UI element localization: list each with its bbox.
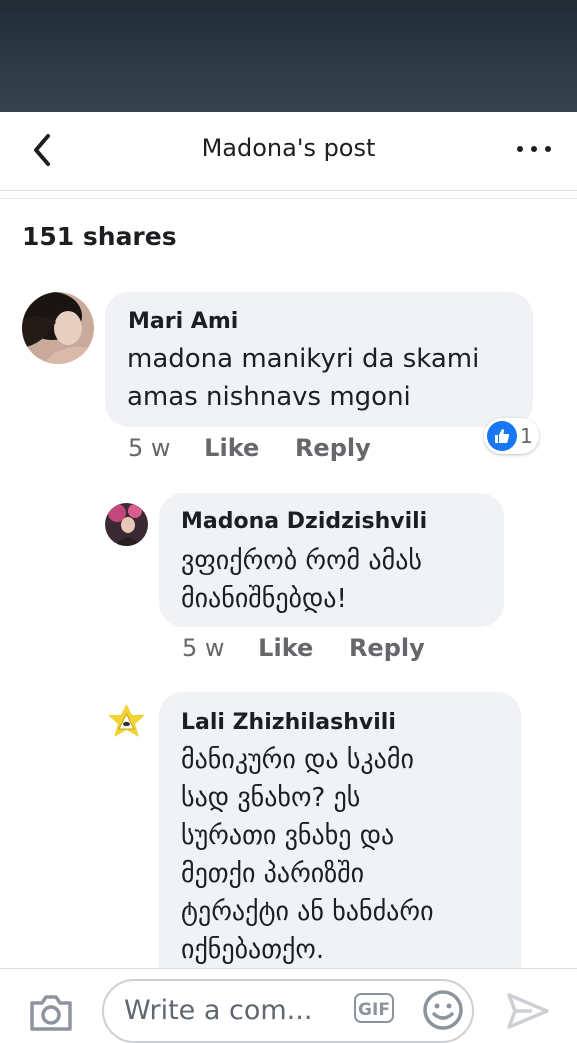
comment-author[interactable]: Mari Ami <box>128 309 238 334</box>
gif-button[interactable]: GIF <box>354 993 394 1023</box>
avatar[interactable] <box>105 503 148 546</box>
top-banner <box>0 0 577 112</box>
comment-meta: 5 w Like Reply <box>128 434 371 462</box>
camera-icon <box>30 995 72 1031</box>
like-icon <box>487 421 517 451</box>
comment-composer: Write a com... GIF <box>0 968 577 1043</box>
smiley-icon <box>423 990 463 1030</box>
comment-time: 5 w <box>128 434 171 462</box>
reply-button[interactable]: Reply <box>295 434 371 462</box>
comment-text-line: სად ვნახო? ეს <box>181 783 361 813</box>
shares-count[interactable]: 151 shares <box>22 222 177 251</box>
comment-input[interactable]: Write a com... GIF <box>102 979 474 1043</box>
comment-time: 5 w <box>182 634 225 662</box>
send-button[interactable] <box>506 991 550 1035</box>
comment-text-line: სურათი ვნახე და <box>181 821 395 851</box>
comment-author[interactable]: Madona Dzidzishvili <box>181 509 427 534</box>
avatar[interactable] <box>105 703 148 746</box>
comment-meta: 5 w Like Reply <box>182 634 425 662</box>
comment-text-line: ტერაქტი ან ხანძარი <box>181 897 434 927</box>
comment-text-line: ვფიქრობ რომ ამას <box>181 546 422 576</box>
more-options-button[interactable] <box>517 136 551 160</box>
avatar[interactable] <box>22 292 94 364</box>
like-button[interactable]: Like <box>204 434 259 462</box>
comment-text-line: amas nishnavs mgoni <box>127 382 411 412</box>
reaction-summary[interactable]: 1 <box>484 418 539 454</box>
like-button[interactable]: Like <box>258 634 313 662</box>
comment-text-line: madona manikyri da skami <box>127 344 480 374</box>
camera-button[interactable] <box>28 991 74 1035</box>
emoji-button[interactable] <box>422 989 464 1035</box>
comment-text-line: მიანიშნებდა! <box>181 584 347 614</box>
more-dot-icon <box>517 146 523 152</box>
comment-author[interactable]: Lali Zhizhilashvili <box>181 710 396 735</box>
page-title: Madona's post <box>201 134 376 162</box>
comment-text-line: მანიკური და სკამი <box>181 745 414 775</box>
comment-input-placeholder: Write a com... <box>124 995 313 1026</box>
comment-text-line: იქნებათქო. <box>181 935 325 965</box>
more-dot-icon <box>545 146 551 152</box>
reply-button[interactable]: Reply <box>349 634 425 662</box>
divider <box>0 198 577 199</box>
more-dot-icon <box>531 146 537 152</box>
comment-text-line: მეთქი პარიზში <box>181 859 365 889</box>
send-icon <box>507 993 549 1029</box>
navigation-bar: Madona's post <box>0 112 577 191</box>
reaction-count: 1 <box>520 424 533 448</box>
